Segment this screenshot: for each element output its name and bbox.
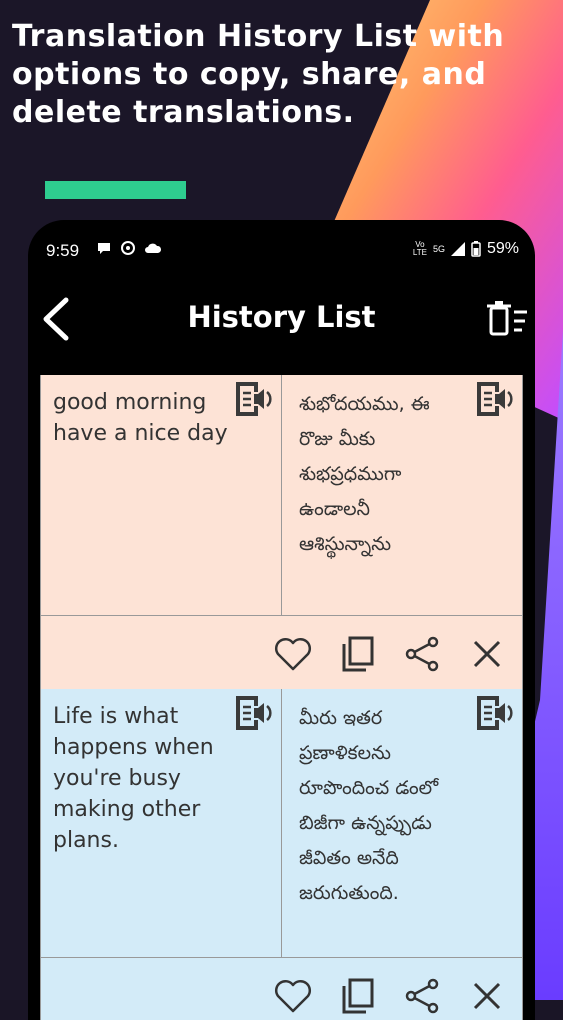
favorite-icon[interactable] xyxy=(273,976,313,1016)
signal-icon xyxy=(450,242,465,256)
battery-icon xyxy=(471,241,481,257)
source-pane: Life is what happens when you're busy ma… xyxy=(41,689,282,957)
volte-indicator: Vo LTE xyxy=(412,240,427,257)
page-title: History List xyxy=(187,300,376,334)
accent-bar xyxy=(45,181,186,199)
source-text: Life is what happens when you're busy ma… xyxy=(53,704,214,853)
share-icon[interactable] xyxy=(403,634,443,674)
target-pane: మీరు ఇతర ప్రణాళికలను రూపొందించ డంలో బిజీ… xyxy=(282,689,522,957)
target-text: మీరు ఇతర ప్రణాళికలను రూపొందించ డంలో బిజీ… xyxy=(299,707,439,904)
share-icon[interactable] xyxy=(403,976,443,1016)
copy-icon[interactable] xyxy=(338,634,378,674)
battery-percent: 59% xyxy=(486,240,519,257)
delete-all-icon[interactable] xyxy=(485,298,529,338)
app-bar: History List xyxy=(28,280,535,375)
speaker-icon[interactable] xyxy=(474,379,516,419)
close-icon[interactable] xyxy=(467,634,507,674)
cloud-icon xyxy=(145,243,162,253)
chat-icon xyxy=(98,243,110,254)
target-text: శుభోదయము, ఈ రొజు మీకు శుభప్రధముగా ఉండాలన… xyxy=(299,393,430,555)
sync-icon xyxy=(121,241,135,255)
notification-icons xyxy=(96,240,162,256)
speaker-icon[interactable] xyxy=(233,693,275,733)
target-pane: శుభోదయము, ఈ రొజు మీకు శుభప్రధముగా ఉండాలన… xyxy=(282,375,522,615)
status-time: 9:59 xyxy=(46,241,80,260)
speaker-icon[interactable] xyxy=(474,693,516,733)
source-text: good morning have a nice day xyxy=(53,390,228,446)
history-list: good morning have a nice day శుభోదయము, ఈ… xyxy=(40,375,523,1020)
favorite-icon[interactable] xyxy=(273,634,313,674)
card-actions xyxy=(41,957,522,1020)
history-card: good morning have a nice day శుభోదయము, ఈ… xyxy=(40,375,523,689)
source-pane: good morning have a nice day xyxy=(41,375,282,615)
card-actions xyxy=(41,615,522,690)
system-icons: Vo LTE 5G 59% xyxy=(413,240,519,258)
close-icon[interactable] xyxy=(467,976,507,1016)
history-card: Life is what happens when you're busy ma… xyxy=(40,689,523,1020)
copy-icon[interactable] xyxy=(338,976,378,1016)
phone-frame: 9:59 Vo LTE 5G 59% History List good mor… xyxy=(28,220,535,1020)
headline: Translation History List with options to… xyxy=(12,19,505,130)
status-bar: 9:59 Vo LTE 5G 59% xyxy=(28,220,535,280)
network-type: 5G xyxy=(432,244,445,254)
speaker-icon[interactable] xyxy=(233,379,275,419)
